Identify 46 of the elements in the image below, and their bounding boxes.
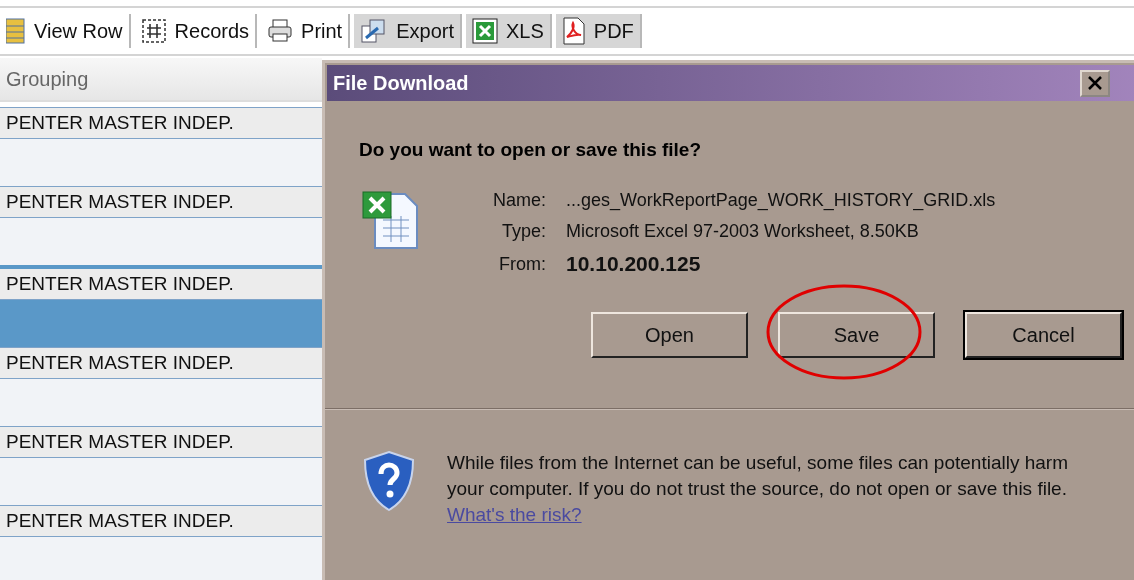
table-cell: PENTER MASTER INDEP.	[6, 431, 234, 453]
pdf-icon	[561, 17, 586, 45]
dialog-button[interactable]: Save	[778, 312, 935, 358]
table-cell: PENTER MASTER INDEP.	[6, 510, 234, 532]
grid-row[interactable]: PENTER MASTER INDEP.	[0, 186, 322, 218]
field-value: Microsoft Excel 97-2003 Worksheet, 8.50KB	[566, 221, 920, 242]
table-cell: PENTER MASTER INDEP.	[6, 112, 234, 134]
table-cell: PENTER MASTER INDEP.	[6, 273, 234, 295]
grid-row[interactable]: PENTER MASTER INDEP.	[0, 426, 322, 458]
security-shield-icon	[363, 450, 415, 512]
dialog-button[interactable]: Cancel	[965, 312, 1122, 358]
field-value: ...ges_WorkReportPage_WORK_HISTORY_GRID.xls	[566, 190, 996, 211]
toolbar-button[interactable]: XLS	[466, 14, 552, 48]
grid-row[interactable]: PENTER MASTER INDEP.	[0, 347, 322, 379]
warning-text: While files from the Internet can be useful, some files can potentially harm your computer. If you do not trust the source, do not open or save this file. What's the risk?	[447, 451, 1069, 527]
spreadsheet-icon	[472, 18, 498, 44]
toolbar-button[interactable]: Export	[354, 14, 462, 48]
dialog-title: File Download	[333, 71, 469, 95]
column-title: Grouping	[6, 67, 89, 91]
field-label: Name:	[493, 190, 546, 211]
field-label: Type:	[501, 221, 546, 242]
grid-detail-row[interactable]	[0, 379, 322, 426]
grid-detail-row[interactable]	[0, 458, 322, 505]
table-cell: PENTER MASTER INDEP.	[6, 191, 234, 213]
close-button[interactable]	[1080, 69, 1110, 97]
dialog-button[interactable]: Open	[591, 312, 748, 358]
toolbar-button[interactable]: Print	[261, 14, 351, 48]
grid-detail-row[interactable]	[0, 300, 322, 347]
grid-detail-row[interactable]	[0, 537, 322, 580]
grid-detail-row[interactable]	[0, 139, 322, 186]
grid-row[interactable]: PENTER MASTER INDEP.	[0, 265, 322, 300]
grid-row[interactable]: PENTER MASTER INDEP.	[0, 107, 322, 139]
grid-detail-row[interactable]	[0, 218, 322, 265]
field-label: From:	[498, 253, 546, 275]
field-value: 10.10.200.125	[566, 252, 702, 276]
toolbar-button[interactable]: Records	[134, 14, 258, 48]
table-cell: PENTER MASTER INDEP.	[6, 352, 234, 374]
dialog-question: Do you want to open or save this file?	[359, 139, 703, 161]
printer-icon	[267, 19, 294, 43]
hash-icon	[140, 18, 167, 44]
column-header[interactable]: Grouping	[0, 58, 322, 102]
grid-icon	[6, 18, 26, 44]
toolbar-button[interactable]: PDF	[555, 14, 642, 48]
toolbar-button[interactable]: View Row	[0, 14, 131, 48]
close-icon	[1087, 76, 1103, 90]
grid-row[interactable]: PENTER MASTER INDEP.	[0, 505, 322, 537]
